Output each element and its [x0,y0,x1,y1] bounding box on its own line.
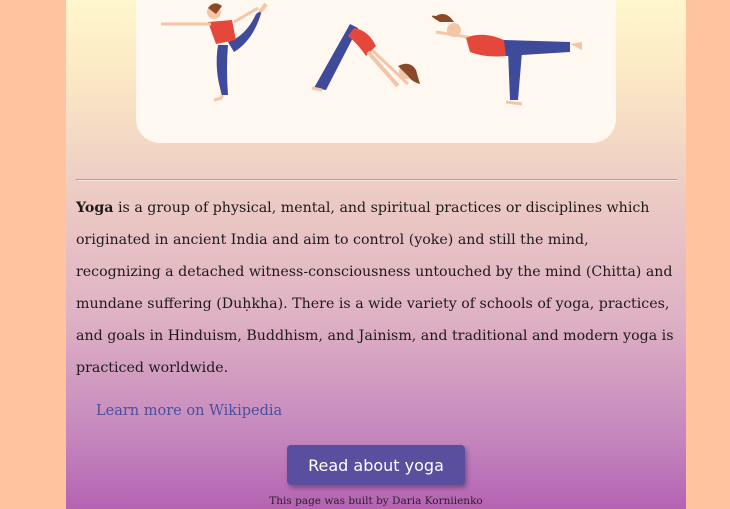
downward-dog-figure [311,24,420,92]
page-container: Yoga is a group of physical, mental, and… [66,0,686,509]
yoga-term: Yoga [76,200,114,216]
yoga-description-paragraph: Yoga is a group of physical, mental, and… [76,192,676,384]
hero-illustration-card [136,0,616,143]
wikipedia-link[interactable]: Learn more on Wikipedia [96,403,282,419]
warrior-pose-figure [431,14,582,106]
yoga-poses-illustration [161,2,582,106]
dancer-pose-figure [161,2,268,102]
read-about-yoga-button[interactable]: Read about yoga [287,445,465,485]
yoga-description-text: is a group of physical, mental, and spir… [76,200,674,376]
footer-credit: This page was built by Daria Korniienko [269,495,483,507]
section-divider [76,179,678,181]
